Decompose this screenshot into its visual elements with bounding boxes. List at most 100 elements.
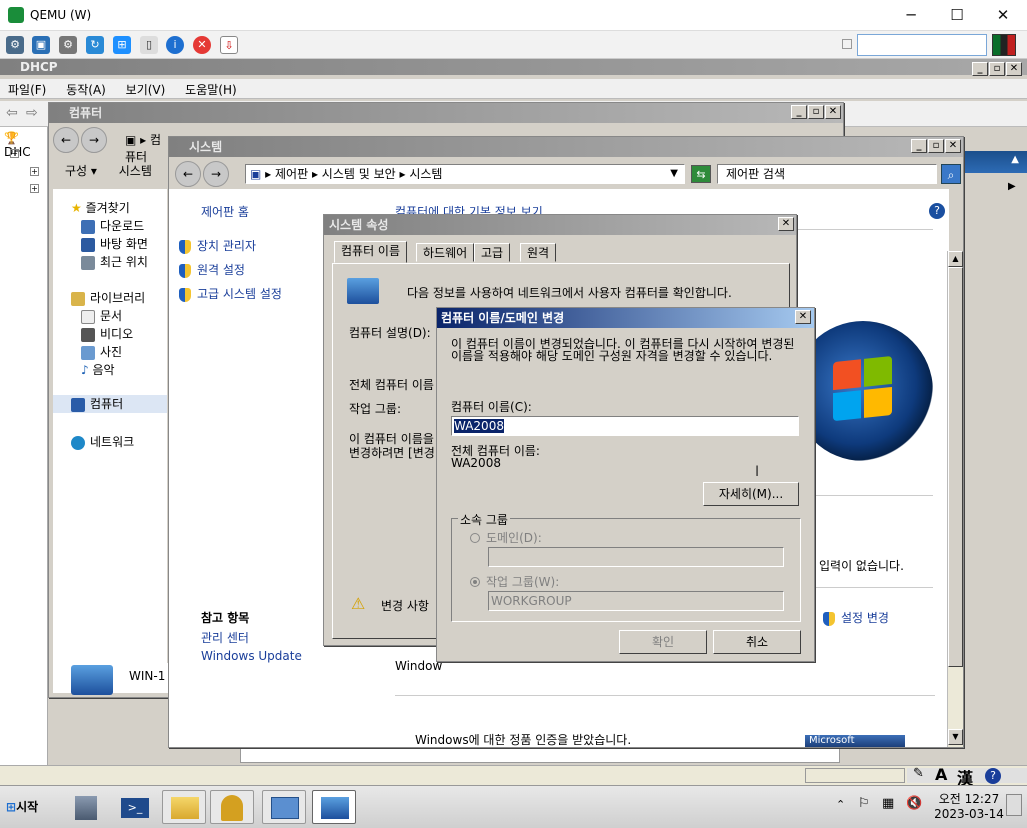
refresh-address-icon[interactable]: ⇆ [691, 165, 711, 183]
system-close-button[interactable]: ✕ [945, 139, 961, 153]
system-properties-close-button[interactable]: ✕ [778, 217, 794, 231]
disk-icon[interactable]: ▯ [140, 36, 158, 54]
cancel-button[interactable]: 취소 [713, 630, 801, 654]
menu-file[interactable]: 파일(F) [0, 79, 54, 100]
advanced-settings-link[interactable]: 고급 시스템 설정 [179, 285, 282, 302]
domain-input[interactable] [488, 547, 784, 567]
system-forward-button[interactable]: → [203, 161, 229, 187]
close-button[interactable]: ✕ [980, 4, 1026, 26]
nav-desktop[interactable]: 바탕 화면 [81, 235, 148, 252]
address-dropdown-icon[interactable]: ▼ [670, 165, 678, 183]
breadcrumb-system[interactable]: 시스템 [409, 167, 442, 181]
server-manager-taskbar-button[interactable] [64, 790, 108, 824]
system-tab-button[interactable]: 시스템 [119, 164, 152, 178]
dhcp-taskbar-button[interactable] [210, 790, 254, 824]
ime-mode-a[interactable]: A [935, 765, 947, 784]
toolbar-checkbox[interactable] [842, 39, 852, 49]
system-back-button[interactable]: ← [175, 161, 201, 187]
expand-right-icon[interactable]: ▶ [1008, 181, 1016, 192]
search-icon[interactable]: ⌕ [941, 164, 961, 184]
settings-gear-icon[interactable]: ⚙ [59, 36, 77, 54]
refresh-icon[interactable]: ↻ [86, 36, 104, 54]
forward-arrow-icon[interactable]: ⇨ [26, 105, 38, 121]
tree-expand-icon[interactable]: + [30, 167, 39, 176]
name-change-close-button[interactable]: ✕ [795, 310, 811, 324]
tab-hardware[interactable]: 하드웨어 [416, 243, 475, 262]
volume-muted-icon[interactable]: 🔇 [906, 796, 922, 811]
dhcp-window-controls[interactable]: _ ▫ ✕ [972, 60, 1022, 76]
scroll-up-button[interactable]: ▲ [948, 251, 963, 267]
computer-nav-buttons[interactable]: ← → [53, 127, 109, 153]
system-taskbar-button[interactable] [312, 790, 356, 824]
ime-icon[interactable]: ✎ [913, 766, 924, 781]
nav-downloads[interactable]: 다운로드 [81, 217, 144, 234]
fullscreen-icon[interactable]: ▣ [32, 36, 50, 54]
nav-music[interactable]: ♪ 음악 [81, 361, 115, 378]
computer-close-button[interactable]: ✕ [825, 105, 841, 119]
system-address-bar[interactable]: ▣ ▸ 제어판 ▸ 시스템 및 보안 ▸ 시스템 ▼ [245, 164, 685, 184]
network-status-icon[interactable]: ▦ [882, 796, 894, 811]
flag-icon[interactable]: ⚐ [858, 796, 870, 811]
windows-update-link[interactable]: Windows Update [201, 649, 302, 663]
tab-advanced[interactable]: 고급 [474, 243, 511, 262]
nav-network[interactable]: 네트워크 [71, 433, 134, 450]
tab-remote[interactable]: 원격 [520, 243, 557, 262]
remote-settings-link[interactable]: 원격 설정 [179, 261, 245, 278]
back-arrow-icon[interactable]: ⇦ [6, 105, 18, 121]
dhcp-minimize-button[interactable]: _ [972, 62, 988, 76]
show-hidden-icons[interactable]: ⌃ [836, 798, 845, 811]
ok-button[interactable]: 확인 [619, 630, 707, 654]
computer-address[interactable]: ▣ ▸ 컴퓨터 [125, 131, 165, 164]
color-swatch-icon[interactable] [992, 34, 1016, 56]
nav-videos[interactable]: 비디오 [81, 325, 133, 342]
scroll-thumb[interactable] [948, 267, 963, 667]
menu-action[interactable]: 동작(A) [58, 79, 114, 100]
workgroup-input[interactable]: WORKGROUP [488, 591, 784, 611]
menu-help[interactable]: 도움말(H) [177, 79, 245, 100]
system-maximize-button[interactable]: ▫ [928, 139, 944, 153]
computer-maximize-button[interactable]: ▫ [808, 105, 824, 119]
nav-favorites[interactable]: ★ 즐겨찾기 [71, 199, 130, 216]
computer-name-input[interactable]: WA2008 [451, 416, 799, 436]
control-panel-search-input[interactable]: 제어판 검색 [717, 164, 937, 184]
maximize-button[interactable]: ☐ [934, 4, 980, 26]
more-button[interactable]: 자세히(M)... [703, 482, 799, 506]
help-icon[interactable]: ? [985, 768, 1001, 784]
stop-icon[interactable]: ✕ [193, 36, 211, 54]
dhcp-close-button[interactable]: ✕ [1006, 62, 1022, 76]
help-icon[interactable]: ? [929, 203, 945, 219]
tab-computer-name[interactable]: 컴퓨터 이름 [334, 241, 408, 263]
qemu-search-input[interactable] [857, 34, 987, 56]
back-button[interactable]: ← [53, 127, 79, 153]
minimize-button[interactable]: ─ [888, 4, 934, 26]
tree-collapse-icon[interactable]: − [10, 149, 19, 158]
computer-minimize-button[interactable]: _ [791, 105, 807, 119]
scroll-down-button[interactable]: ▼ [948, 729, 963, 745]
organize-button[interactable]: 구성 ▾ [65, 164, 97, 178]
forward-button[interactable]: → [81, 127, 107, 153]
nav-libraries[interactable]: 라이브러리 [71, 289, 145, 306]
nav-documents[interactable]: 문서 [81, 307, 122, 324]
show-desktop-button[interactable] [1006, 794, 1022, 816]
system-scrollbar[interactable]: ▲ ▼ [947, 251, 963, 747]
nav-computer[interactable]: 컴퓨터 [53, 395, 167, 413]
network-icon[interactable]: ⚙ [6, 36, 24, 54]
explorer-taskbar-button[interactable] [162, 790, 206, 824]
start-button[interactable]: ⊞시작 [2, 792, 50, 822]
windows-icon[interactable]: ⊞ [113, 36, 131, 54]
breadcrumb-control-panel[interactable]: 제어판 [275, 167, 308, 181]
dhcp-restore-button[interactable]: ▫ [989, 62, 1005, 76]
control-panel-home-link[interactable]: 제어판 홈 [201, 203, 249, 220]
collapse-up-icon[interactable]: ▲ [1011, 154, 1019, 165]
breadcrumb-system-security[interactable]: 시스템 및 보안 [322, 167, 396, 181]
clock[interactable]: 오전 12:27 2023-03-14 [934, 790, 1004, 821]
language-bar[interactable]: ✎ A 漢 ? [907, 765, 1027, 788]
control-panel-taskbar-button[interactable] [262, 790, 306, 824]
powershell-taskbar-button[interactable]: >_ [112, 790, 156, 824]
tree-expand-icon[interactable]: + [30, 184, 39, 193]
export-icon[interactable]: ⇩ [220, 36, 238, 54]
change-settings-link[interactable]: 설정 변경 [823, 609, 889, 626]
action-center-link[interactable]: 관리 센터 [201, 629, 249, 646]
nav-recent[interactable]: 최근 위치 [81, 253, 148, 270]
menu-view[interactable]: 보기(V) [118, 79, 174, 100]
